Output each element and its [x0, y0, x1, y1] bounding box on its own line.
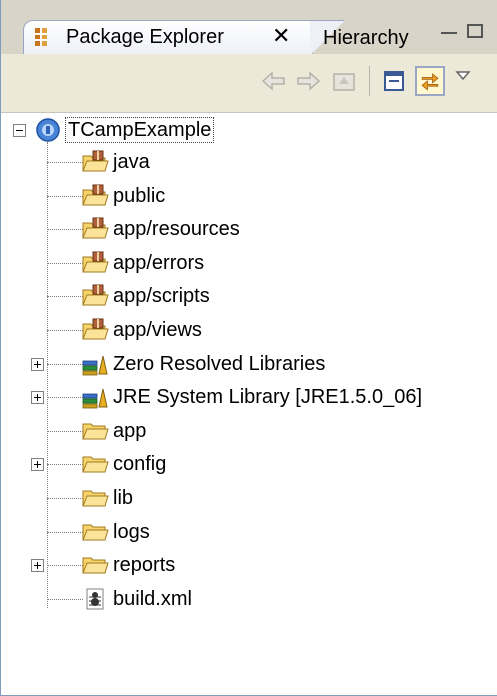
tree-item[interactable]: lib — [1, 482, 497, 516]
tree-item-label: JRE System Library [JRE1.5.0_06] — [113, 386, 423, 409]
library-icon — [82, 389, 108, 409]
view-tab-strip: Package Explorer ✕ Hierarchy — [1, 0, 497, 55]
tree-branch-line — [47, 195, 83, 197]
tree-item-label: public — [113, 184, 166, 207]
tree-item[interactable]: Zero Resolved Libraries — [1, 348, 497, 382]
package-folder-icon — [82, 150, 109, 172]
tree-branch-line — [47, 330, 83, 331]
library-icon — [82, 355, 108, 375]
close-icon[interactable]: ✕ — [272, 24, 290, 48]
tree-item[interactable]: app/resources — [1, 213, 497, 247]
up-icon[interactable] — [329, 66, 359, 96]
toolbar-separator — [369, 66, 370, 96]
tree-item[interactable]: config — [1, 448, 497, 482]
tree-item-label: app/errors — [113, 251, 205, 274]
package-explorer-icon — [35, 28, 47, 46]
tree-item-label: app/resources — [113, 218, 240, 241]
view-toolbar — [1, 54, 497, 113]
expand-toggle-icon[interactable] — [31, 559, 44, 573]
tree-item-label: app/views — [113, 319, 202, 341]
tree-branch-line — [47, 464, 83, 466]
package-folder-icon — [82, 251, 109, 273]
package-folder-icon — [82, 184, 109, 206]
tree-item[interactable]: build.xml — [1, 583, 497, 617]
forward-icon[interactable] — [293, 66, 323, 96]
tab-package-explorer-label: Package Explorer — [66, 26, 224, 48]
collapse-toggle-icon[interactable] — [13, 124, 26, 137]
tree-item[interactable]: app/views — [1, 314, 497, 348]
tree-branch-line — [47, 363, 83, 365]
tree-branch-line — [47, 397, 83, 399]
package-folder-icon — [82, 318, 109, 340]
folder-icon — [82, 524, 109, 541]
expand-toggle-icon[interactable] — [31, 391, 44, 405]
folder-icon — [82, 423, 109, 440]
tree-branch-line — [47, 565, 83, 567]
folder-icon — [82, 490, 109, 507]
tree-root-row[interactable]: TCampExample — [1, 114, 497, 148]
tree-item[interactable]: app/errors — [1, 247, 497, 281]
expand-toggle-icon[interactable] — [31, 357, 44, 371]
tree-item-label: build.xml — [113, 587, 192, 610]
tree-item[interactable]: JRE System Library [JRE1.5.0_06] — [1, 381, 497, 415]
tree-branch-line — [47, 262, 83, 264]
tree-item-label: Zero Resolved Libraries — [113, 352, 326, 375]
tree-item-label: reports — [113, 554, 176, 577]
tree-branch-line — [47, 498, 83, 499]
tree-branch-line — [47, 430, 83, 432]
ant-file-icon — [86, 588, 104, 610]
tree-item-label: app — [113, 419, 147, 442]
tree-branch-line — [47, 531, 83, 533]
back-icon[interactable] — [259, 66, 289, 96]
tree-item[interactable]: logs — [1, 516, 497, 550]
minimize-icon[interactable] — [441, 24, 457, 34]
maximize-icon[interactable] — [467, 24, 483, 38]
project-label: TCampExample — [65, 117, 215, 143]
folder-icon — [82, 557, 109, 574]
folder-icon — [82, 456, 109, 473]
package-folder-icon — [82, 284, 109, 306]
tree-branch-line — [47, 296, 83, 298]
view-menu-icon[interactable] — [453, 68, 483, 98]
tab-package-explorer[interactable]: Package Explorer ✕ — [23, 20, 344, 55]
expand-toggle-icon[interactable] — [31, 458, 44, 472]
package-folder-icon — [82, 217, 109, 239]
tree-item[interactable]: app — [1, 415, 497, 449]
tree-item[interactable]: app/scripts — [1, 280, 497, 314]
tree-item[interactable]: java — [1, 146, 497, 180]
tree-branch-line — [47, 162, 83, 163]
tree-item[interactable]: public — [1, 180, 497, 214]
collapse-all-icon[interactable] — [379, 66, 409, 96]
project-icon — [36, 118, 60, 142]
package-explorer-view: Package Explorer ✕ Hierarchy TCampExampl… — [0, 0, 497, 696]
tree-item-label: java — [113, 151, 150, 173]
tree-item-label: lib — [113, 487, 134, 509]
tree-branch-line — [47, 598, 83, 600]
tree-branch-line — [47, 229, 83, 231]
tree-item[interactable]: reports — [1, 549, 497, 583]
tree-item-label: logs — [113, 520, 150, 543]
tab-hierarchy[interactable]: Hierarchy — [323, 26, 409, 50]
tree-item-label: app/scripts — [113, 285, 210, 308]
tree-item-label: config — [113, 453, 167, 476]
link-with-editor-icon[interactable] — [415, 66, 445, 96]
